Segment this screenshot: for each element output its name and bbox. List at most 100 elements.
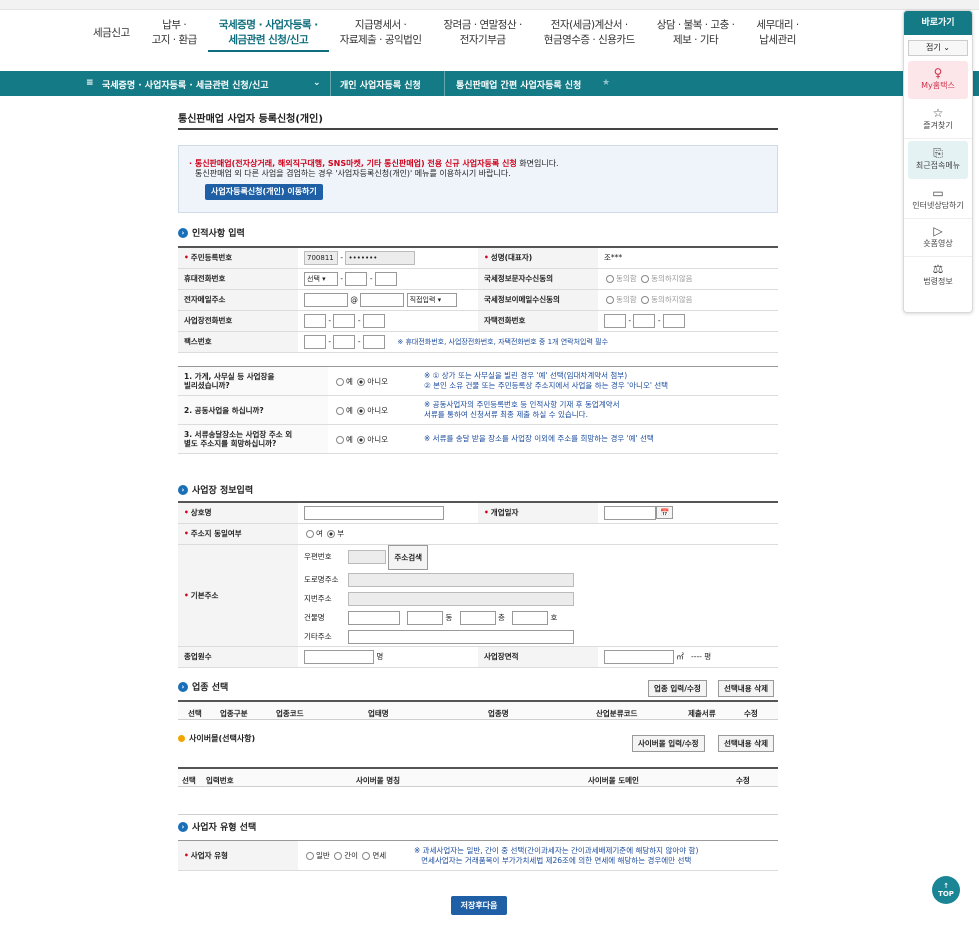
email-agree-radio[interactable] [606, 296, 614, 304]
scroll-top-button[interactable]: ↑ TOP [932, 876, 960, 904]
fax-3[interactable] [362, 334, 385, 349]
breadcrumb: ≡ 국세증명 · 사업자등록 · 세금관련 신청/신고 ⌄ 개인 사업자등록 신… [0, 71, 979, 96]
breadcrumb-level3[interactable]: 통신판매업 간편 사업자등록 신청 [456, 78, 581, 91]
area-input[interactable] [604, 649, 674, 664]
section-icon: › [178, 227, 188, 238]
business-info-table: • 상호명 • 개업일자 📅 • 주소지 동일여부 여 부 • 기본주소 우편번호 주소… [178, 501, 778, 668]
mobile-mid-input[interactable] [345, 271, 368, 286]
chevron-down-icon[interactable]: ⌄ [313, 78, 321, 88]
open-date-input[interactable] [604, 505, 656, 520]
type-simple-radio[interactable] [334, 852, 343, 860]
business-type-table: • 사업자 유형 일반 간이 면세 ※ 과세사업자는 일반, 간이 중 선택(간이… [178, 840, 778, 871]
employees-input[interactable] [304, 649, 374, 664]
nav-consult[interactable]: 상담 · 불복 · 고충 · 제보 · 기타 [646, 18, 746, 48]
fax-1[interactable] [304, 334, 326, 349]
favorites-link[interactable]: ☆ 즐겨찾기 [904, 101, 972, 139]
save-next-button[interactable]: 저장후다음 [451, 896, 507, 915]
my-hometax-link[interactable]: ♀ My홈택스 [908, 61, 968, 99]
breadcrumb-level1[interactable]: 국세증명 · 사업자등록 · 세금관련 신청/신고 [102, 78, 269, 91]
q1-yes-radio[interactable] [336, 377, 344, 386]
nav-e-invoice[interactable]: 전자(세금)계산서 · 현금영수증 · 신용카드 [533, 18, 646, 48]
recent-icon: ⎘ [933, 146, 943, 160]
cybermall-table-header: 선택 입력번호 사이버몰 명칭 사이버몰 도메인 수정 [178, 767, 778, 787]
rrn-front: 700811 [304, 250, 338, 265]
nav-tax-report[interactable]: 세금신고 [82, 18, 141, 41]
addr-same-yes-radio[interactable] [306, 530, 314, 538]
law-info-link[interactable]: ⚖ 법령정보 [904, 257, 972, 295]
top-utility-bar [0, 0, 979, 10]
sms-disagree-radio[interactable] [641, 275, 650, 283]
mobile-last-input[interactable] [374, 271, 397, 286]
biz-phone-2[interactable] [333, 313, 356, 328]
favorite-star-icon[interactable]: ★ [602, 78, 610, 88]
calendar-icon[interactable]: 📅 [656, 506, 674, 520]
monitor-icon: ▭ [932, 186, 944, 200]
dong-input[interactable] [407, 610, 444, 625]
nav-incentive[interactable]: 장려금 · 연말정산 · 전자기부금 [432, 18, 532, 48]
online-consult-link[interactable]: ▭ 인터넷상담하기 [904, 181, 972, 219]
short-video-link[interactable]: ▷ 숏폼영상 [904, 219, 972, 257]
section-business-type: › 사업자 유형 선택 [178, 820, 256, 833]
quick-menu: 바로가기 접기 ⌄ ♀ My홈택스 ☆ 즐겨찾기 ⎘ 최근접속메뉴 ▭ 인터넷상담하기 … [903, 10, 973, 313]
q2-yes-radio[interactable] [336, 406, 344, 415]
biz-phone-3[interactable] [362, 313, 385, 328]
etc-address-input[interactable] [348, 629, 574, 644]
q2-no-radio[interactable] [357, 406, 366, 415]
questions-table: 1. 가게, 사무실 등 사업장을 빌리셨습니까? 예 아니오 ※ ① 상가 또… [178, 366, 778, 454]
name-value: 조*** [598, 247, 778, 269]
zipcode-field [348, 550, 386, 564]
type-general-radio[interactable] [306, 852, 314, 860]
ho-input[interactable] [512, 610, 549, 625]
go-general-registration-button[interactable]: 사업자등록신청(개인) 이동하기 [205, 184, 323, 200]
fold-button[interactable]: 접기 ⌄ [908, 40, 968, 56]
q3-no-radio[interactable] [357, 435, 366, 444]
section-business-info: › 사업장 정보입력 [178, 483, 253, 496]
email-id-input[interactable] [304, 292, 348, 307]
section-personal-info: › 인적사항 입력 [178, 226, 245, 239]
road-address-field [348, 572, 574, 587]
section-icon: › [178, 484, 188, 495]
trade-name-input[interactable] [304, 505, 444, 520]
gavel-icon: ⚖ [932, 262, 944, 276]
email-domain-select[interactable]: 직접입력 ▾ [406, 292, 457, 307]
q1-no-radio[interactable] [357, 377, 366, 386]
jibun-address-field [348, 591, 574, 606]
main-nav: 세금신고 납부 · 고지 · 환급 국세증명 · 사업자등록 · 세금관련 신청… [82, 18, 810, 64]
person-icon: ♀ [933, 66, 943, 80]
sms-agree-radio[interactable] [606, 275, 614, 283]
fax-2[interactable] [333, 334, 356, 349]
search-address-button[interactable]: 주소검색 [388, 544, 428, 570]
home-phone-2[interactable] [633, 313, 656, 328]
quick-menu-title: 바로가기 [904, 11, 972, 35]
nav-certificate-registration[interactable]: 국세증명 · 사업자등록 · 세금관련 신청/신고 [207, 18, 329, 52]
section-icon [178, 735, 185, 742]
q3-yes-radio[interactable] [336, 435, 344, 444]
email-disagree-radio[interactable] [641, 296, 650, 304]
nav-tax-agent[interactable]: 세무대리 · 납세관리 [745, 18, 809, 48]
page-title: 통신판매업 사업자 등록신청(개인) [178, 114, 323, 125]
recent-menu-link[interactable]: ⎘ 최근접속메뉴 [908, 141, 968, 179]
cybermall-delete-button[interactable]: 선택내용 삭제 [718, 735, 775, 752]
industry-delete-button[interactable]: 선택내용 삭제 [718, 680, 775, 697]
biz-phone-1[interactable] [304, 313, 326, 328]
industry-table-header: 선택 업종구분 업종코드 업태명 업종명 산업분류코드 제출서류 수정 [178, 700, 778, 720]
nav-payment[interactable]: 납부 · 고지 · 환급 [141, 18, 208, 48]
type-exempt-radio[interactable] [362, 852, 371, 860]
play-icon: ▷ [933, 224, 943, 238]
section-cybermall: 사이버몰(선택사항) [178, 733, 255, 744]
personal-info-table: • 주민등록번호 700811 - ••••••• • 성명(대표자) 조*** 휴… [178, 246, 778, 353]
email-domain-input[interactable] [360, 292, 405, 307]
nav-payment-statement[interactable]: 지급명세서 · 자료제출 · 공익법인 [329, 18, 433, 48]
section-icon: › [178, 681, 188, 692]
breadcrumb-level2[interactable]: 개인 사업자등록 신청 [340, 78, 421, 91]
home-phone-1[interactable] [604, 313, 626, 328]
building-input[interactable] [348, 610, 400, 625]
star-icon: ☆ [932, 106, 944, 120]
home-phone-3[interactable] [662, 313, 685, 328]
cybermall-edit-button[interactable]: 사이버몰 입력/수정 [632, 735, 705, 752]
industry-edit-button[interactable]: 업종 입력/수정 [648, 680, 707, 697]
floor-input[interactable] [459, 610, 496, 625]
mobile-prefix-select[interactable]: 선택 ▾ [304, 271, 338, 286]
addr-same-no-radio[interactable] [327, 530, 336, 538]
menu-icon[interactable]: ≡ [86, 78, 94, 88]
